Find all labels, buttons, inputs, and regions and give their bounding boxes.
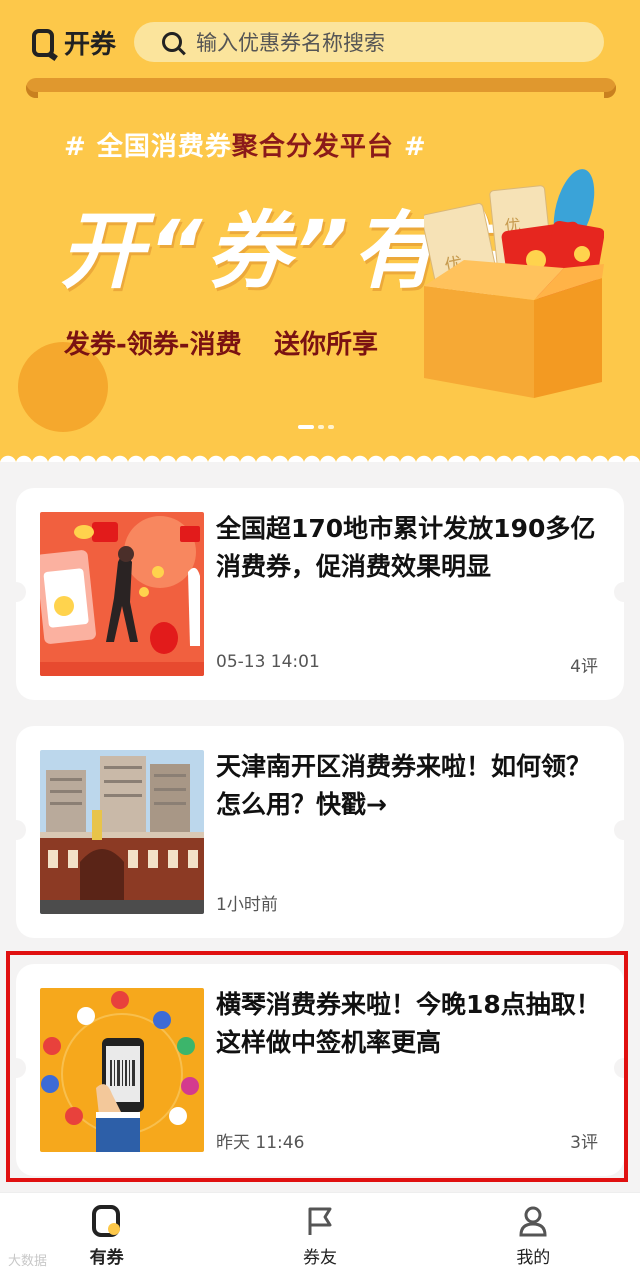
comment-count: 4评: [570, 657, 598, 677]
app-logo: 开券: [32, 24, 116, 61]
nav-item-friends[interactable]: 券友: [213, 1193, 426, 1272]
article-title[interactable]: 天津南开区消费券来啦！如何领？怎么用？快戳→: [216, 748, 604, 824]
flag-icon: [302, 1203, 338, 1239]
pagination-dot-active[interactable]: [298, 425, 314, 429]
logo-text: 开券: [64, 30, 117, 60]
promo-banner[interactable]: # 全国消费券聚合分发平台 # 开“券”有益 发券-领券-消费 送你所享 优惠券…: [18, 92, 604, 432]
article-card[interactable]: 天津南开区消费券来啦！如何领？怎么用？快戳→ 1小时前: [6, 726, 634, 938]
hero-header: 开券 输入优惠券名称搜索 # 全国消费券聚合分发平台 # 开“券”有益 发券-领…: [0, 0, 640, 462]
article-time: 1小时前: [216, 895, 278, 915]
nav-item-mine[interactable]: 我的: [427, 1193, 640, 1272]
banner-subtitle-accent: 聚合分发平台: [231, 132, 394, 162]
search-icon: [162, 32, 182, 52]
nav-label: 券友: [302, 1248, 337, 1268]
pagination-dot[interactable]: [318, 425, 324, 429]
article-thumbnail: [40, 750, 204, 914]
nav-label: 我的: [516, 1248, 551, 1268]
user-icon: [515, 1203, 551, 1239]
nav-label: 有券: [89, 1248, 124, 1268]
banner-slogan-left: 发券-领券-消费: [64, 330, 242, 360]
pagination-dot[interactable]: [328, 425, 334, 429]
banner-subtitle-prefix: # 全国消费券: [64, 132, 232, 162]
gift-box-illustration: 优惠券 优惠: [424, 169, 604, 398]
article-title[interactable]: 全国超170地市累计发放190多亿消费券，促消费效果明显: [216, 510, 604, 586]
scallop-edge: [0, 448, 640, 462]
logo-icon: [32, 28, 54, 57]
top-bar: 开券 输入优惠券名称搜索: [0, 0, 640, 80]
watermark: 大数据: [8, 1254, 48, 1269]
article-card[interactable]: 全国超170地市累计发放190多亿消费券，促消费效果明显 05-13 14:01…: [6, 488, 634, 700]
search-input[interactable]: 输入优惠券名称搜索: [134, 22, 604, 62]
banner-slogan-right: 送你所享: [274, 330, 379, 360]
banner-subtitle: # 全国消费券聚合分发平台 #: [64, 126, 427, 163]
highlight-box: [6, 951, 628, 1182]
banner-subtitle-suffix: #: [393, 132, 427, 162]
article-time: 05-13 14:01: [216, 652, 320, 672]
search-placeholder: 输入优惠券名称搜索: [196, 31, 385, 55]
banner-pagination: [298, 425, 334, 429]
coupon-home-icon: [89, 1203, 125, 1239]
bottom-nav: 有券 券友 我的: [0, 1192, 640, 1272]
article-thumbnail: [40, 512, 204, 676]
